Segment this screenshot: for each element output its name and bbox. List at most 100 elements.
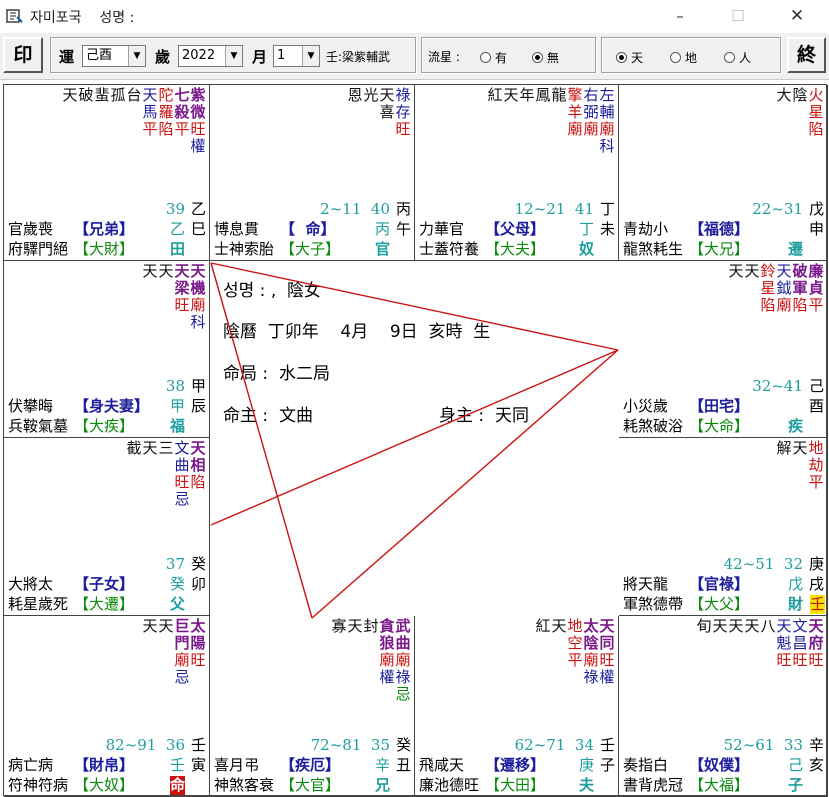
print-button[interactable]: 印 [3, 37, 43, 73]
palace-wei[interactable]: 紅 天 年 鳳 龍 擎羊廟右弼廟左輔廟科力華官 士蓋符養 【父母】 【大夫】 12~21… [415, 85, 619, 261]
star-char: 機 [190, 279, 206, 297]
view-radio-earth[interactable]: 地 [670, 49, 697, 66]
luck-label: 運 [59, 48, 75, 66]
palace-flow-branch: 夫 [578, 776, 594, 794]
palace-chou[interactable]: 寡 天 封 貪狼廟權武曲廟祿忌喜月弔 神煞客衰 【疾厄】 【大官】 72~81 35 癸丑… [210, 616, 415, 797]
star-column: 封 [363, 618, 379, 703]
palace-flow-stem: 丙 [374, 220, 390, 238]
palace-zi[interactable]: 紅 天 地空平太陰廟祿天同旺權飛咸天 廉池德旺 【遷移】 【大田】 62~71 34 壬子… [415, 616, 619, 797]
chart-center-info: 성명 : , 陰女 陰曆 丁卯年 4月 9日 亥時 生 命局 : 水二局 命主 … [211, 261, 621, 618]
star-column: 天馬平 [142, 87, 158, 155]
center-lord-line: 命主 : 文曲 [223, 406, 313, 426]
palace-stem: 甲 [190, 377, 206, 395]
year-select-value: 2022 [182, 48, 216, 63]
star-column: 紫微旺權 [190, 87, 206, 155]
palace-branch: 午 [395, 220, 411, 238]
star-char: 空 [567, 634, 583, 652]
star-column: 天鉞廟 [776, 263, 792, 314]
star-column: 天 [744, 618, 760, 669]
highlight-branch-marker: 壬 [809, 595, 825, 614]
star-char: 天 [776, 617, 792, 635]
star-column: 七殺平 [174, 87, 190, 155]
palace-minor-stars-1: 官歲喪 [8, 220, 54, 238]
flow-radio-yes[interactable]: 有 [480, 49, 507, 66]
palace-shen[interactable]: 大 陰 火星陷青劫小 龍煞耗生 【福德】 【大兄】 22~31 戊申遷 [619, 85, 828, 261]
palace-minor-stars-2: 耗星歲死 [8, 595, 69, 613]
star-column: 三 [158, 440, 174, 508]
star-char: 解 [776, 439, 792, 457]
palace-stars: 紅 天 年 鳳 龍 擎羊廟右弼廟左輔廟科 [487, 87, 615, 155]
star-transform: 權 [599, 668, 615, 686]
minimize-button[interactable]: – [657, 0, 703, 33]
palace-stars: 恩 光 天喜 祿存旺 [347, 87, 411, 138]
palace-flow-stem: 甲 [169, 397, 185, 415]
exit-button[interactable]: 終 [787, 37, 826, 73]
luck-select[interactable]: 己酉 ▼ [82, 45, 146, 67]
palace-si[interactable]: 天 破 蜚 孤 台 天馬平陀羅陷七殺平紫微旺權官歲喪 府驛門絕 【兄弟】 【大財】 39… [4, 85, 210, 261]
star-column: 陀羅陷 [158, 87, 174, 155]
maximize-button[interactable]: ☐ [715, 0, 761, 33]
palace-minor-stars-2: 書背虎冠 [623, 776, 684, 794]
palace-stars: 天 天 天梁旺天機廟科 [142, 263, 206, 331]
star-char: 天 [744, 617, 760, 635]
palace-chen[interactable]: 天 天 天梁旺天機廟科伏攀晦 兵鞍氣墓 【身夫妻】 【大疾】 38 甲辰甲福 [4, 261, 210, 438]
flow-radio-no[interactable]: 無 [532, 49, 559, 66]
view-radio-heaven[interactable]: 天 [616, 49, 643, 66]
palace-minor-stars-2: 廉池德旺 [419, 776, 480, 794]
star-char: 天 [174, 262, 190, 280]
star-char: 微 [190, 103, 206, 121]
palace-age-range: 2~11 40 [320, 200, 390, 218]
star-char: 破 [792, 262, 808, 280]
month-select[interactable]: 1 ▼ [273, 45, 320, 67]
star-column: 天喜 [379, 87, 395, 138]
palace-minor-stars-1: 青劫小 [623, 220, 669, 238]
palace-flow-branch: 遷 [787, 240, 803, 258]
view-radio-human[interactable]: 人 [724, 49, 751, 66]
palace-mao[interactable]: 截 天 三 文曲旺忌天相陷大將太 耗星歲死 【子女】 【大遷】 37 癸卯癸父 [4, 438, 210, 616]
star-column: 文昌旺 [792, 618, 808, 669]
palace-branch: 卯 [190, 575, 206, 593]
palace-branch: 辰 [190, 397, 206, 415]
palace-yin[interactable]: 天 天 巨門廟忌太陽旺病亡病 符神符病 【財帛】 【大奴】 82~91 36 壬寅壬命 [4, 616, 210, 797]
star-char: 陰 [792, 86, 808, 104]
star-transform: 科 [599, 137, 615, 155]
palace-stars: 天 破 蜚 孤 台 天馬平陀羅陷七殺平紫微旺權 [62, 87, 206, 155]
palace-decade-name: 【大財】 [74, 240, 135, 258]
star-char: 天 [158, 617, 174, 635]
star-column: 天 [728, 618, 744, 669]
star-column: 天相陷 [190, 440, 206, 508]
star-status: 陷 [808, 120, 824, 138]
palace-decade-name: 【大子】 [280, 240, 341, 258]
palace-hai[interactable]: 旬 天 天 天 八 天魁旺文昌旺天府旺奏指白 書背虎冠 【奴僕】 【大福】 52~61 … [619, 616, 828, 797]
star-transform: 祿 [395, 668, 411, 686]
star-status: 陷 [792, 296, 808, 314]
palace-wu[interactable]: 恩 光 天喜 祿存旺博息貫 士神索胎【 命】 【大子】 2~11 40 丙午丙官 [210, 85, 415, 261]
star-char: 恩 [347, 86, 363, 104]
palace-xu[interactable]: 解 天 地劫平將天龍 軍煞德帶 【官祿】 【大父】 42~51 32 庚戌戊財壬 [619, 438, 828, 616]
star-char: 天 [744, 262, 760, 280]
star-char: 羊 [567, 103, 583, 121]
star-column: 武曲廟祿忌 [395, 618, 411, 703]
star-column: 太陽旺 [190, 618, 206, 686]
palace-stem: 辛 [808, 736, 824, 754]
palace-minor-stars-1: 力華官 [419, 220, 465, 238]
star-status: 旺 [792, 651, 808, 669]
star-char: 輔 [599, 103, 615, 121]
star-char: 擎 [567, 86, 583, 104]
palace-decade-name: 【大兄】 [689, 240, 750, 258]
close-button[interactable]: ✕ [774, 0, 820, 33]
star-char: 天 [728, 617, 744, 635]
star-char: 破 [78, 86, 94, 104]
palace-minor-stars-2: 士神索胎 [214, 240, 275, 258]
star-column: 陰 [792, 87, 808, 138]
palace-stem: 癸 [395, 736, 411, 754]
star-char: 天 [808, 617, 824, 635]
palace-you[interactable]: 天 天 鈴星陷天鉞廟破軍陷廉貞平小災歲 耗煞破浴 【田宅】 【大命】 32~41 己酉疾 [619, 261, 828, 438]
palace-decade-name: 【大父】 [689, 595, 750, 613]
year-select[interactable]: 2022 ▼ [178, 45, 243, 67]
star-column: 鳳 [535, 87, 551, 155]
center-name-line: 성명 : , 陰女 [223, 281, 322, 301]
star-char: 文 [174, 439, 190, 457]
star-column: 巨門廟忌 [174, 618, 190, 686]
palace-stem: 癸 [190, 555, 206, 573]
